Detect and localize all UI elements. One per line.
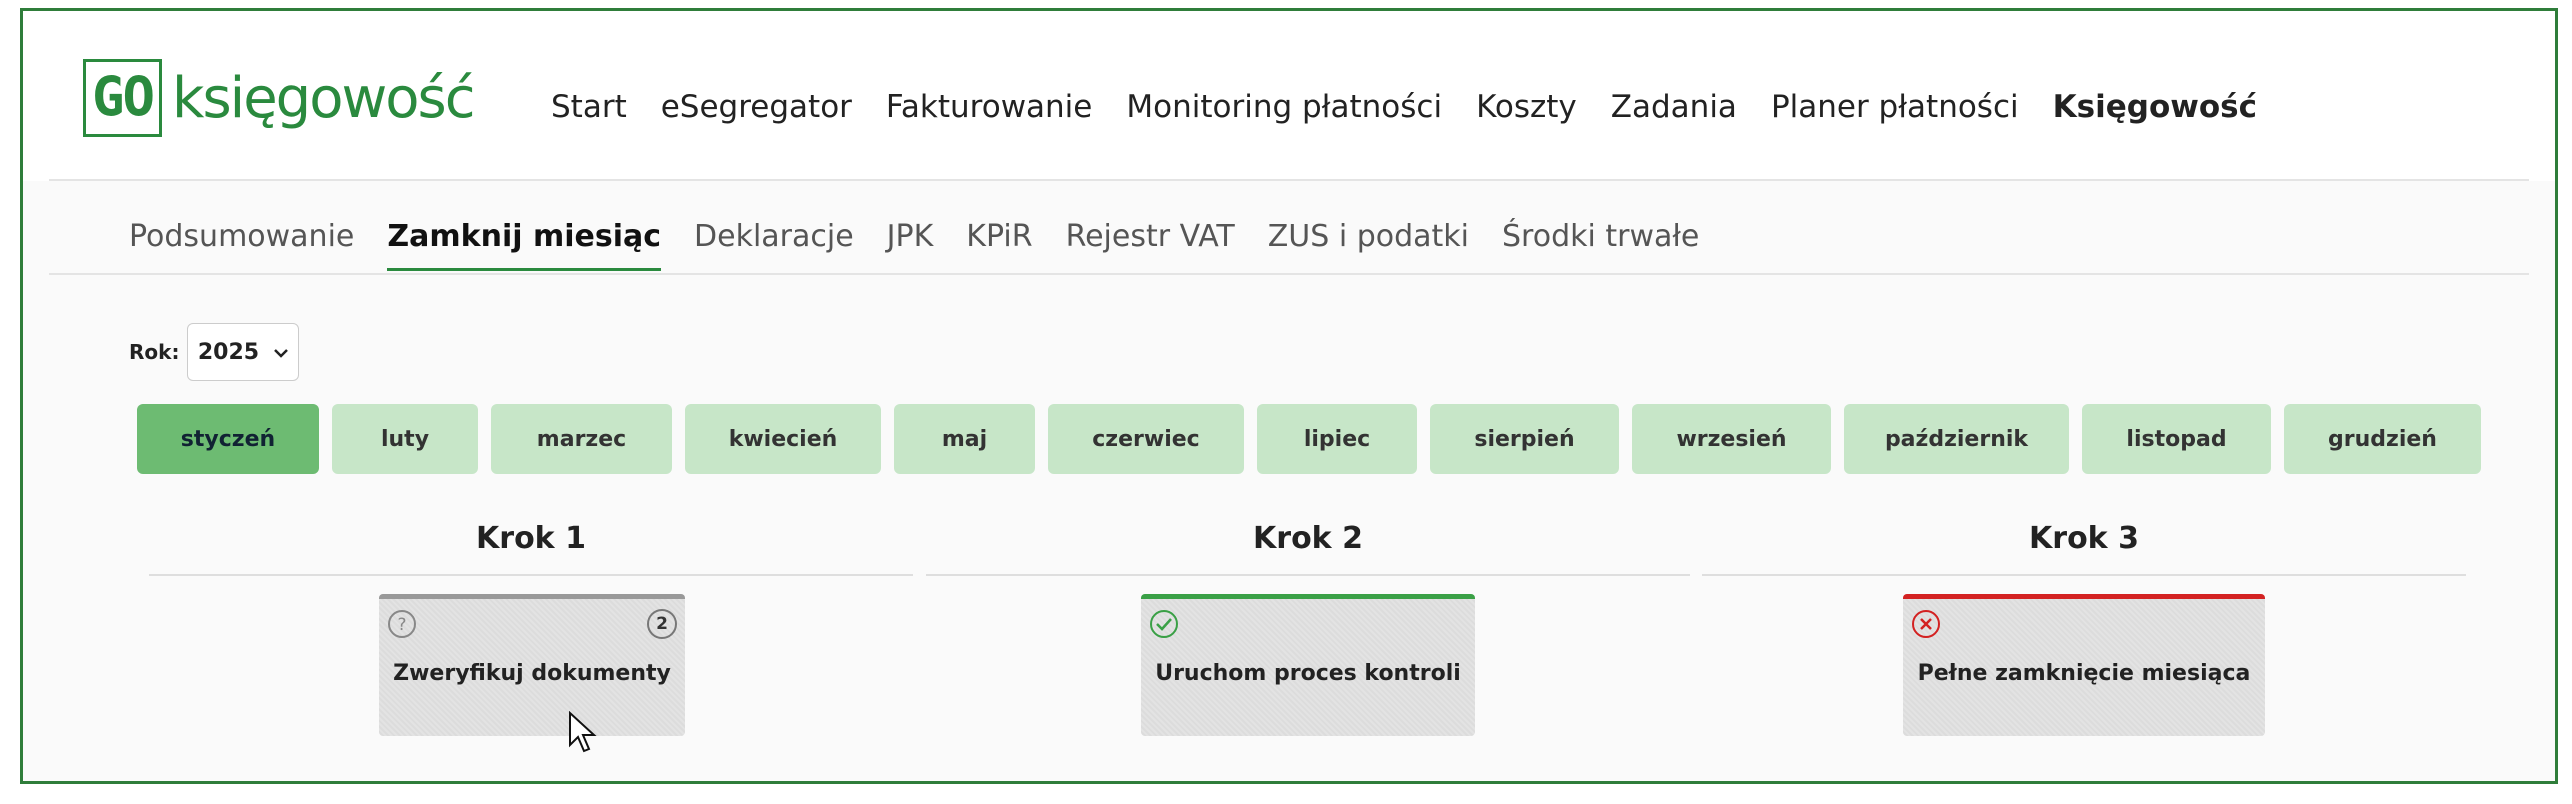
year-picker: Rok: 2025 (129, 323, 300, 381)
tab-jpk[interactable]: JPK (887, 219, 934, 271)
step-card-full-month-close[interactable]: Pełne zamknięcie miesiąca (1903, 594, 2265, 736)
year-label: Rok: (129, 340, 180, 364)
topnav-item-esegregator[interactable]: eSegregator (661, 89, 852, 125)
month-button-grudzien[interactable]: grudzień (2284, 404, 2481, 474)
tab-kpir[interactable]: KPiR (966, 219, 1032, 271)
logo-go-mark: GO (83, 59, 163, 137)
step-title: Krok 2 (1253, 521, 1363, 556)
mouse-pointer-icon (568, 710, 598, 759)
tab-rejestr-vat[interactable]: Rejestr VAT (1066, 219, 1235, 271)
step-divider (1702, 574, 2466, 576)
question-icon: ? (387, 609, 417, 639)
month-selector: styczeń luty marzec kwiecień maj czerwie… (137, 404, 2481, 474)
topnav-item-zadania[interactable]: Zadania (1611, 89, 1737, 125)
chevron-down-icon (273, 340, 289, 365)
month-button-wrzesien[interactable]: wrzesień (1632, 404, 1831, 474)
month-button-listopad[interactable]: listopad (2082, 404, 2271, 474)
tab-srodki-trwale[interactable]: Środki trwałe (1502, 219, 1699, 271)
step-title: Krok 3 (2029, 521, 2139, 556)
step-column-3: Krok 3 (1702, 521, 2466, 576)
month-button-lipiec[interactable]: lipiec (1257, 404, 1417, 474)
header-divider (49, 179, 2529, 181)
step-column-2: Krok 2 (926, 521, 1690, 576)
step-divider (149, 574, 913, 576)
app-window: GO księgowość Start eSegregator Fakturow… (20, 8, 2558, 784)
tab-zus-i-podatki[interactable]: ZUS i podatki (1268, 219, 1469, 271)
tab-zamknij-miesiac[interactable]: Zamknij miesiąc (387, 219, 662, 271)
topnav-item-ksiegowosc[interactable]: Księgowość (2053, 89, 2257, 125)
document-count-badge: 2 (647, 609, 677, 639)
logo[interactable]: GO księgowość (83, 59, 475, 137)
month-button-marzec[interactable]: marzec (491, 404, 672, 474)
tab-podsumowanie[interactable]: Podsumowanie (129, 219, 354, 271)
step-card-label: Pełne zamknięcie miesiąca (1917, 661, 2251, 686)
month-button-luty[interactable]: luty (332, 404, 478, 474)
sub-navigation: Podsumowanie Zamknij miesiąc Deklaracje … (129, 219, 1732, 271)
year-select[interactable]: 2025 (187, 323, 300, 381)
step-divider (926, 574, 1690, 576)
month-button-pazdziernik[interactable]: październik (1844, 404, 2069, 474)
step-title: Krok 1 (476, 521, 586, 556)
step-card-label: Zweryfikuj dokumenty (393, 661, 671, 686)
step-column-1: Krok 1 (149, 521, 913, 576)
step-card-verify-documents[interactable]: ? 2 Zweryfikuj dokumenty (379, 594, 685, 736)
topnav-item-fakturowanie[interactable]: Fakturowanie (886, 89, 1092, 125)
header: GO księgowość Start eSegregator Fakturow… (23, 11, 2555, 181)
month-button-kwiecien[interactable]: kwiecień (685, 404, 881, 474)
step-card-control-process[interactable]: Uruchom proces kontroli (1141, 594, 1475, 736)
topnav-item-start[interactable]: Start (551, 89, 627, 125)
check-circle-icon (1149, 609, 1179, 639)
year-value: 2025 (197, 339, 260, 365)
month-button-styczen[interactable]: styczeń (137, 404, 319, 474)
step-card-label: Uruchom proces kontroli (1155, 661, 1461, 686)
svg-text:?: ? (397, 615, 406, 635)
error-circle-icon (1911, 609, 1941, 639)
month-button-maj[interactable]: maj (894, 404, 1035, 474)
subnav-divider (49, 273, 2529, 275)
top-navigation: Start eSegregator Fakturowanie Monitorin… (551, 89, 2291, 125)
topnav-item-monitoring[interactable]: Monitoring płatności (1126, 89, 1442, 125)
month-button-sierpien[interactable]: sierpień (1430, 404, 1619, 474)
topnav-item-planer[interactable]: Planer płatności (1771, 89, 2019, 125)
tab-deklaracje[interactable]: Deklaracje (694, 219, 854, 271)
logo-text: księgowość (172, 65, 475, 131)
topnav-item-koszty[interactable]: Koszty (1476, 89, 1577, 125)
month-button-czerwiec[interactable]: czerwiec (1048, 404, 1244, 474)
